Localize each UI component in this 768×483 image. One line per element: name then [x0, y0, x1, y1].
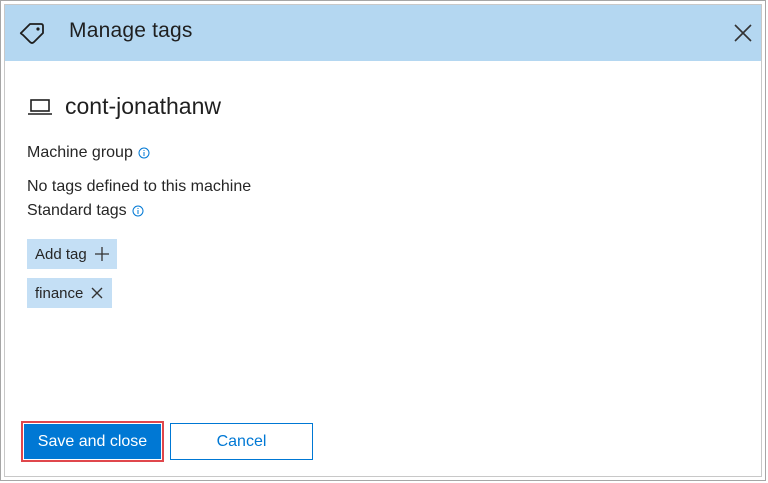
standard-tags-label-row: Standard tags [27, 202, 144, 220]
cancel-button[interactable]: Cancel [170, 423, 313, 460]
no-tags-message: No tags defined to this machine [27, 178, 252, 195]
save-and-close-button[interactable]: Save and close [24, 424, 161, 459]
standard-tags-label: Standard tags [27, 202, 127, 219]
add-tag-label: Add tag [35, 245, 87, 263]
plus-icon [94, 247, 109, 261]
close-icon[interactable] [731, 21, 755, 45]
dialog-frame: Manage tags cont-jonathanw Machine group… [4, 4, 762, 477]
close-icon[interactable] [90, 286, 104, 300]
machine-name: cont-jonathanw [65, 93, 221, 119]
info-icon[interactable] [132, 205, 144, 217]
dialog-title: Manage tags [69, 19, 193, 42]
tag-chip-finance: finance [27, 278, 113, 308]
machine-group-label: Machine group [27, 144, 133, 161]
manage-tags-dialog: Manage tags cont-jonathanw Machine group… [0, 0, 766, 481]
tag-label: finance [35, 284, 84, 302]
machine-heading: cont-jonathanw [27, 93, 221, 120]
machine-group-label-row: Machine group [27, 144, 150, 162]
info-icon[interactable] [138, 147, 150, 159]
dialog-header: Manage tags [5, 5, 761, 61]
add-tag-button[interactable]: Add tag [27, 239, 117, 269]
laptop-icon [28, 98, 52, 115]
tag-icon [19, 23, 44, 44]
